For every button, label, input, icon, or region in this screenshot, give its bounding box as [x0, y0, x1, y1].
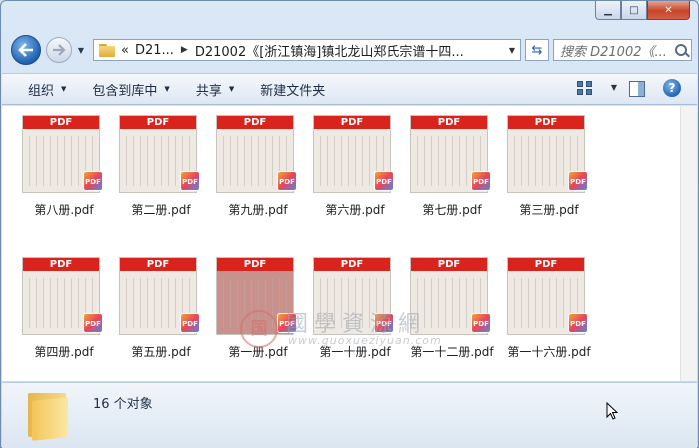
pdf-header-label: PDF [23, 116, 99, 129]
pdf-app-icon: PDF [471, 171, 491, 191]
include-in-library-label: 包含到库中 [92, 83, 158, 99]
pdf-header-label: PDF [120, 258, 196, 271]
view-options-icon[interactable] [577, 81, 597, 99]
search-input[interactable]: 搜索 D21002《... [553, 39, 692, 61]
breadcrumb-parent[interactable]: D21... [135, 43, 174, 58]
explorer-window: ▁ □ ✕ ▼ « D21... ▶ D21002《[浙江镇海]镇北龙山郑氏宗谱… [0, 0, 699, 448]
file-name: 第三册.pdf [519, 203, 579, 217]
file-name: 第九册.pdf [228, 203, 288, 217]
file-list: PDF PDF 第八册.pdf PDF PDF 第二册.pdf PDF PDF … [2, 106, 697, 381]
file-item[interactable]: PDF PDF 第七册.pdf [407, 115, 497, 235]
breadcrumb-current[interactable]: D21002《[浙江镇海]镇北龙山郑氏宗谱十四... [195, 41, 464, 60]
back-arrow-icon [18, 43, 33, 57]
new-folder-button[interactable]: 新建文件夹 [260, 80, 325, 99]
new-folder-label: 新建文件夹 [260, 83, 326, 99]
pdf-app-icon: PDF [277, 171, 297, 191]
file-name: 第七册.pdf [422, 203, 482, 217]
chevron-down-icon: ▼ [228, 85, 235, 93]
file-item[interactable]: PDF PDF 第二册.pdf [116, 115, 206, 235]
folder-icon [99, 43, 115, 57]
file-item[interactable]: PDF PDF 第九册.pdf [213, 115, 303, 235]
caption-buttons: ▁ □ ✕ [595, 1, 690, 20]
close-button[interactable]: ✕ [647, 1, 690, 20]
pdf-app-icon: PDF [180, 171, 200, 191]
pdf-header-label: PDF [314, 116, 390, 129]
pdf-header-label: PDF [23, 258, 99, 271]
navigation-bar: ▼ « D21... ▶ D21002《[浙江镇海]镇北龙山郑氏宗谱十四... … [9, 35, 692, 65]
refresh-icon: ⇆ [531, 42, 543, 58]
pdf-header-label: PDF [411, 116, 487, 129]
view-dropdown-icon[interactable]: ▼ [611, 83, 617, 92]
pdf-header-label: PDF [120, 116, 196, 129]
site-watermark: 国 國學資源網 www.guoxueziyuan.com [240, 306, 500, 352]
pdf-app-icon: PDF [83, 171, 103, 191]
pdf-header-label: PDF [508, 116, 584, 129]
breadcrumb-separator-icon[interactable]: ▶ [181, 45, 188, 55]
back-button[interactable] [11, 35, 41, 65]
watermark-url: www.guoxueziyuan.com [288, 334, 442, 347]
file-name: 第六册.pdf [325, 203, 385, 217]
minimize-button[interactable]: ▁ [595, 1, 621, 20]
file-item[interactable]: PDF PDF 第五册.pdf [116, 257, 206, 377]
search-placeholder: 搜索 D21002《... [560, 44, 667, 60]
file-item[interactable]: PDF PDF 第三册.pdf [504, 115, 594, 235]
pdf-header-label: PDF [217, 258, 293, 271]
watermark-seal-icon: 国 [240, 310, 278, 348]
pdf-header-label: PDF [314, 258, 390, 271]
maximize-button[interactable]: □ [621, 1, 647, 20]
pdf-header-label: PDF [508, 258, 584, 271]
file-name: 第四册.pdf [34, 345, 94, 359]
address-bar[interactable]: « D21... ▶ D21002《[浙江镇海]镇北龙山郑氏宗谱十四... ▼ [93, 39, 521, 61]
share-label: 共享 [195, 83, 222, 99]
file-item[interactable]: PDF PDF 第四册.pdf [19, 257, 109, 377]
share-menu[interactable]: 共享 ▼ [196, 80, 234, 99]
details-pane: 16 个对象 [2, 382, 697, 448]
file-item[interactable]: PDF PDF 第六册.pdf [310, 115, 400, 235]
chevron-down-icon: ▼ [61, 85, 67, 93]
chevron-down-icon: ▼ [164, 85, 170, 93]
file-name: 第五册.pdf [131, 345, 191, 359]
pdf-header-label: PDF [411, 258, 487, 271]
item-count: 16 个对象 [93, 397, 153, 412]
breadcrumb-overflow[interactable]: « [121, 43, 129, 58]
pdf-app-icon: PDF [568, 171, 588, 191]
organize-label: 组织 [28, 83, 55, 99]
command-bar: 组织 ▼ 包含到库中 ▼ 共享 ▼ 新建文件夹 ▼ ? [2, 73, 697, 105]
file-item[interactable]: PDF PDF 第八册.pdf [19, 115, 109, 235]
folder-large-icon [28, 389, 70, 441]
preview-pane-icon[interactable] [629, 81, 645, 97]
organize-menu[interactable]: 组织 ▼ [28, 80, 66, 99]
pdf-header-label: PDF [217, 116, 293, 129]
file-name: 第二册.pdf [131, 203, 191, 217]
address-dropdown-icon[interactable]: ▼ [504, 46, 520, 55]
file-name: 第一十六册.pdf [507, 345, 591, 359]
include-in-library-menu[interactable]: 包含到库中 ▼ [92, 80, 169, 99]
pdf-app-icon: PDF [83, 313, 103, 333]
vertical-scrollbar[interactable] [680, 106, 697, 381]
file-name: 第八册.pdf [34, 203, 94, 217]
file-item[interactable]: PDF PDF 第一十六册.pdf [504, 257, 594, 377]
pdf-app-icon: PDF [568, 313, 588, 333]
search-icon[interactable] [675, 44, 687, 56]
help-icon[interactable]: ? [663, 79, 681, 97]
pdf-app-icon: PDF [374, 171, 394, 191]
forward-arrow-icon [53, 44, 66, 56]
refresh-button[interactable]: ⇆ [525, 39, 549, 61]
forward-button[interactable] [46, 37, 72, 63]
pdf-app-icon: PDF [180, 313, 200, 333]
recent-pages-button[interactable]: ▼ [75, 43, 87, 57]
